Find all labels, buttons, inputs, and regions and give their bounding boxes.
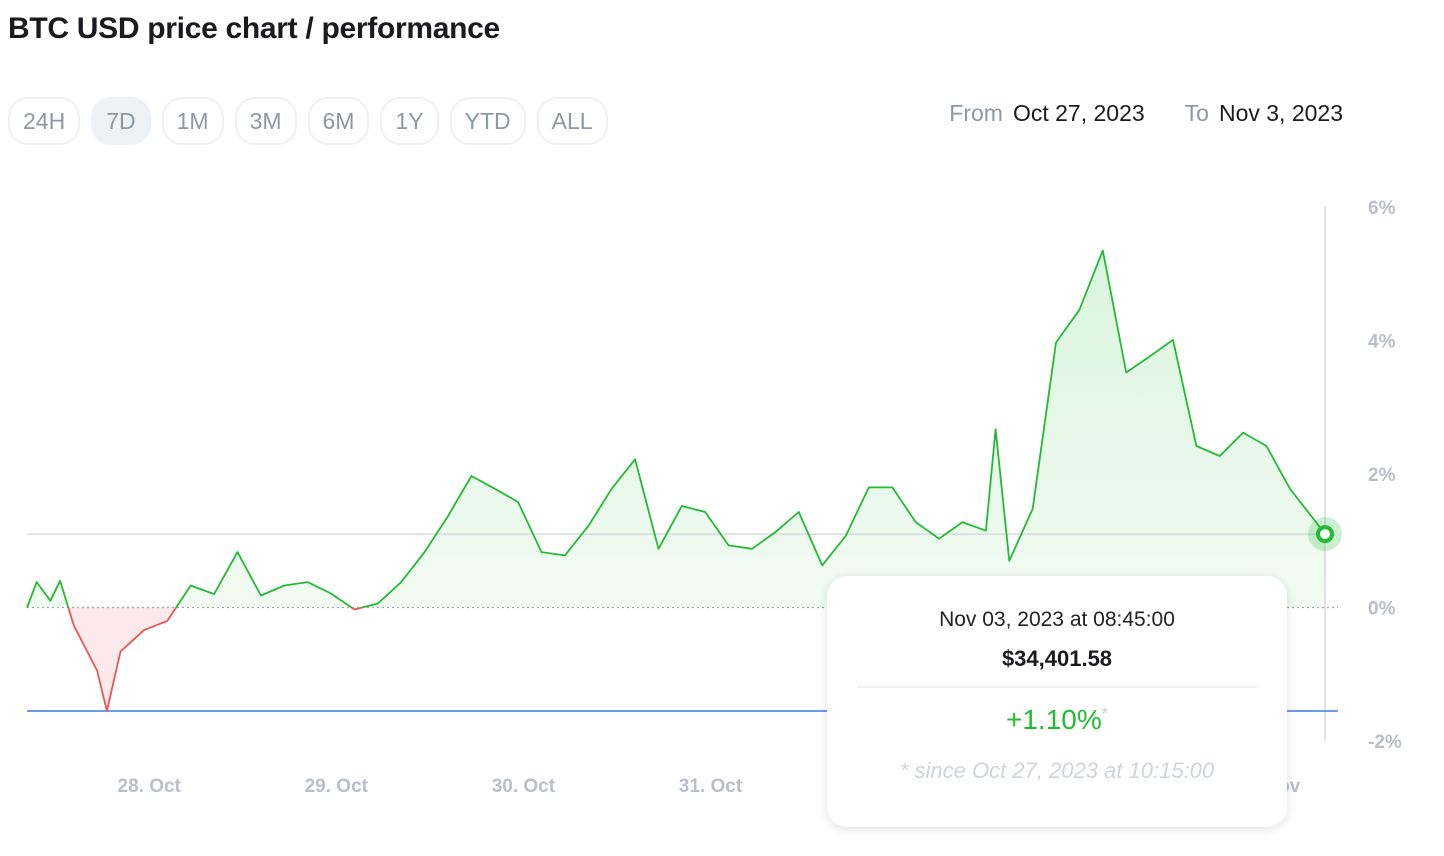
x-tick-label: 29. Oct — [305, 776, 369, 797]
y-tick-label: 2% — [1368, 465, 1396, 486]
tooltip-asterisk: * — [1101, 705, 1108, 723]
tooltip-change-value: +1.10% — [1006, 704, 1102, 735]
y-tick-label: 6% — [1368, 198, 1396, 219]
tooltip-divider — [857, 686, 1257, 688]
y-tick-label: 4% — [1368, 332, 1396, 353]
tooltip-since: * since Oct 27, 2023 at 10:15:00 — [899, 758, 1215, 783]
chart-tooltip: Nov 03, 2023 at 08:45:00 $34,401.58 +1.1… — [827, 576, 1287, 827]
x-tick-label: 31. Oct — [679, 776, 743, 797]
y-tick-label: 0% — [1368, 599, 1396, 620]
y-tick-label: -2% — [1368, 732, 1402, 753]
tooltip-price: $34,401.58 — [1001, 646, 1113, 671]
current-point-marker — [1316, 525, 1334, 544]
tooltip-date: Nov 03, 2023 at 08:45:00 — [939, 608, 1175, 631]
x-tick-label: 30. Oct — [492, 776, 556, 797]
x-tick-label: 28. Oct — [118, 776, 182, 797]
tooltip-change: +1.10%* — [827, 704, 1287, 736]
